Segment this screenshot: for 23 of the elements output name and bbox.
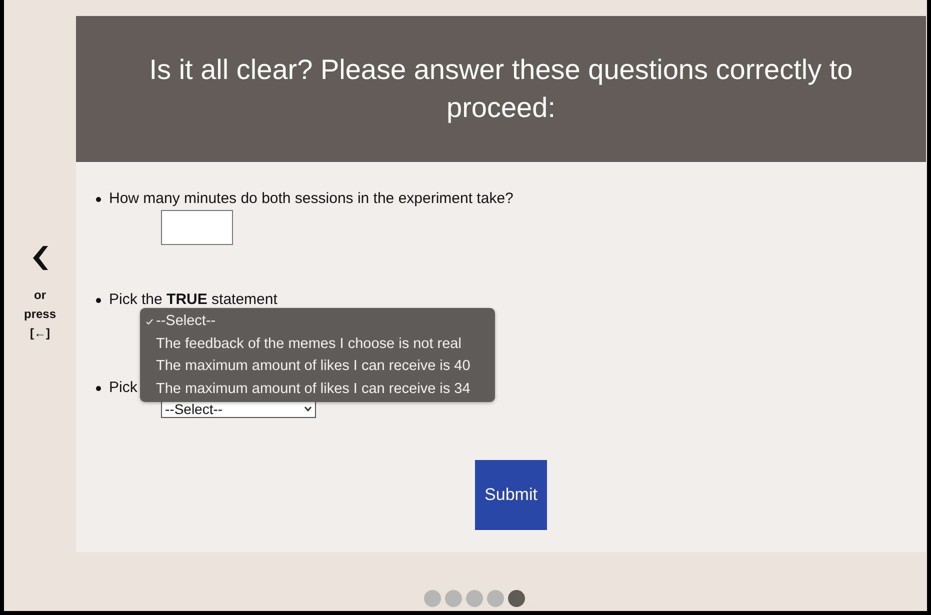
bullet-icon xyxy=(96,386,101,390)
page-dot[interactable] xyxy=(424,590,441,607)
bullet-icon xyxy=(96,196,101,202)
back-chevron-icon[interactable] xyxy=(32,246,48,270)
page-dot[interactable] xyxy=(466,590,483,607)
dropdown-option[interactable]: --Select-- xyxy=(140,310,495,332)
page-dot[interactable] xyxy=(487,590,504,607)
bullet-icon xyxy=(96,298,101,302)
dropdown-option[interactable]: The maximum amount of likes I can receive is 40 xyxy=(140,355,495,378)
answer-field[interactable] xyxy=(161,210,233,245)
keyboard-hint: press xyxy=(24,306,56,323)
page-dot[interactable] xyxy=(445,590,462,607)
question-text: Pick xyxy=(109,378,138,398)
page-heading: Is it all clear? Please answer these questions correctly to proceed: xyxy=(148,53,854,125)
keyboard-hint: or xyxy=(34,287,46,304)
question-text: How many minutes do both sessions in the experiment take? xyxy=(109,188,514,209)
keyboard-hint: [←] xyxy=(30,325,50,342)
page-dot[interactable] xyxy=(508,590,525,607)
dropdown-option[interactable]: The maximum amount of likes I can receive is 34 xyxy=(140,378,495,400)
dropdown-option[interactable]: The feedback of the memes I choose is not real xyxy=(140,332,495,355)
caret-icon xyxy=(304,406,312,412)
submit-button[interactable]: Submit xyxy=(475,460,547,530)
question-text: Pick the TRUE statement xyxy=(109,290,278,310)
